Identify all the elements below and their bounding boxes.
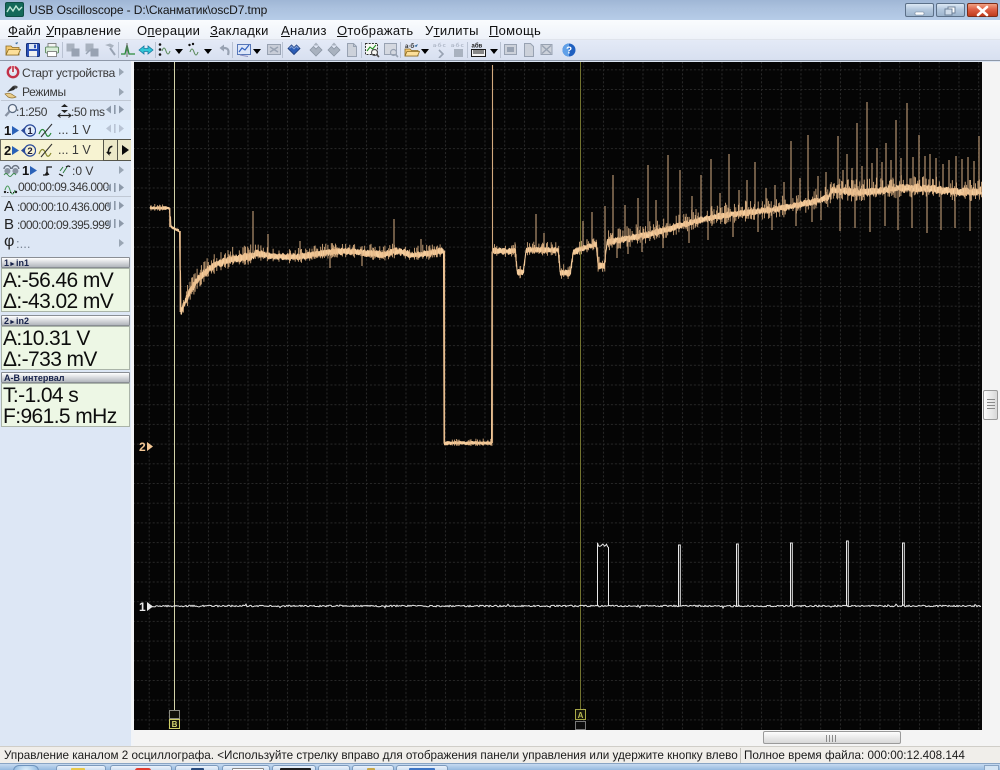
svg-text:2: 2: [139, 440, 146, 454]
svg-text:?: ?: [566, 46, 572, 57]
svg-text:а·б·с: а·б·с: [433, 43, 446, 49]
svg-text:1: 1: [27, 126, 33, 137]
svg-text:1: 1: [139, 600, 146, 614]
svg-text:а·б·с: а·б·с: [451, 43, 464, 49]
svg-text:2: 2: [27, 146, 32, 157]
svg-text:A: A: [578, 711, 584, 720]
svg-text:абв: абв: [472, 43, 483, 50]
svg-text:B: B: [172, 720, 178, 729]
